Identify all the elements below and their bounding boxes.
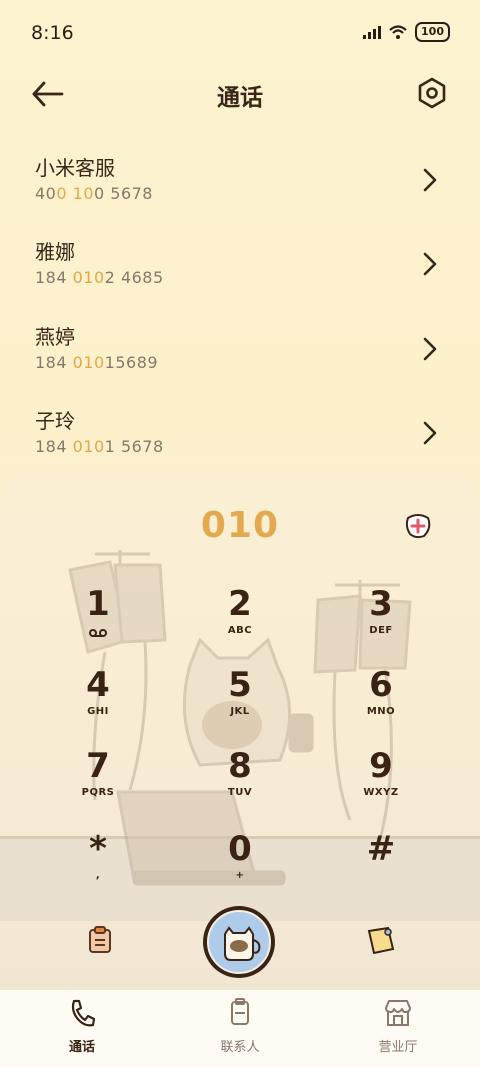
chevron-right-icon[interactable] [420, 335, 440, 363]
voicemail-icon [89, 629, 107, 637]
tab-service-hall[interactable]: 营业厅 [338, 998, 458, 1055]
chevron-right-icon[interactable] [420, 250, 440, 278]
call-button[interactable] [203, 906, 275, 978]
status-icons: 100 [363, 22, 450, 42]
key-1[interactable]: 1 [48, 585, 148, 655]
contact-name: 小米客服 [35, 156, 115, 180]
key-2[interactable]: 2 ABC [190, 585, 290, 655]
contacts-icon [231, 998, 249, 1025]
contact-number: 184 0101 5678 [35, 437, 164, 456]
contact-name: 燕婷 [35, 325, 75, 349]
status-time: 8:16 [31, 22, 74, 44]
contact-number: 184 0102 4685 [35, 268, 164, 287]
contact-number: 400 100 5678 [35, 184, 153, 203]
status-bar: 8:16 100 [0, 0, 480, 66]
contact-row[interactable]: 燕婷 184 01015689 [0, 321, 480, 401]
contact-number: 184 01015689 [35, 353, 159, 372]
key-8[interactable]: 8 TUV [190, 747, 290, 817]
tab-contacts[interactable]: 联系人 [180, 998, 300, 1055]
contact-name: 子玲 [35, 409, 75, 433]
key-star[interactable]: * , [48, 830, 148, 900]
bottom-navigation: 通话 联系人 营业厅 [0, 990, 480, 1067]
page-title: 通话 [217, 85, 263, 111]
coffee-cat-icon [224, 926, 261, 961]
signal-icon [363, 26, 382, 39]
key-5[interactable]: 5 JKL [190, 666, 290, 736]
key-9[interactable]: 9 WXYZ [331, 747, 431, 817]
key-3[interactable]: 3 DEF [331, 585, 431, 655]
contact-row[interactable]: 雅娜 184 0102 4685 [0, 236, 480, 316]
key-6[interactable]: 6 MNO [331, 666, 431, 736]
tab-calls[interactable]: 通话 [22, 998, 142, 1055]
key-7[interactable]: 7 PQRS [48, 747, 148, 817]
contact-row[interactable]: 小米客服 400 100 5678 [0, 152, 480, 232]
add-contact-icon[interactable] [404, 512, 432, 540]
chevron-right-icon[interactable] [420, 419, 440, 447]
store-icon [385, 1000, 411, 1026]
settings-icon[interactable] [416, 76, 448, 110]
key-hash[interactable]: # [331, 830, 431, 900]
chevron-right-icon[interactable] [420, 166, 440, 194]
key-0[interactable]: 0 + [190, 830, 290, 900]
header: 通话 [0, 70, 480, 120]
wifi-icon [389, 25, 407, 39]
key-4[interactable]: 4 GHI [48, 666, 148, 736]
phone-icon [71, 999, 96, 1027]
call-button-inner [207, 910, 271, 974]
contact-name: 雅娜 [35, 240, 75, 264]
note-icon[interactable] [366, 925, 396, 955]
clipboard-icon[interactable] [88, 926, 112, 954]
battery-indicator: 100 [415, 22, 450, 42]
